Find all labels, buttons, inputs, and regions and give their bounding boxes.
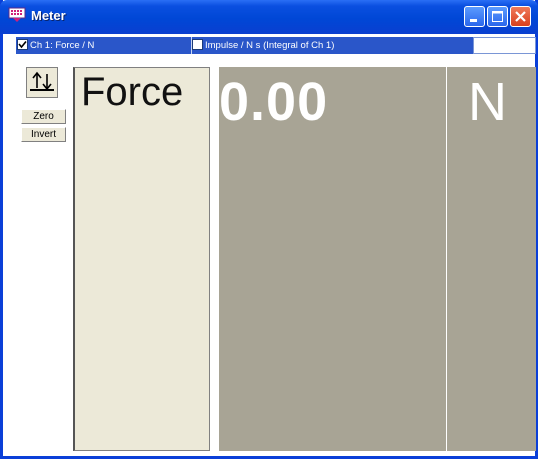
meter-value-panel: 0.00	[219, 67, 446, 451]
channel-1-toggle[interactable]: Ch 1: Force / N	[17, 37, 189, 54]
invert-button[interactable]: Invert	[21, 127, 66, 142]
meter-unit-panel: N	[447, 67, 536, 451]
channel-empty-slot	[473, 37, 536, 54]
minimize-icon	[470, 19, 477, 22]
meter-label: Force	[81, 70, 184, 114]
maximize-icon	[492, 11, 503, 22]
channel-2-checkbox[interactable]	[192, 38, 203, 50]
meter-label-panel: Force	[73, 67, 210, 451]
meter-unit: N	[468, 72, 507, 132]
meter-window: Meter Ch 1: Force / N Impulse / N s (Int…	[0, 0, 538, 459]
close-button[interactable]	[510, 6, 531, 27]
zero-invert-icon	[30, 71, 54, 91]
channel-1-checkbox[interactable]	[17, 38, 28, 50]
channel-selector-bar: Ch 1: Force / N Impulse / N s (Integral …	[16, 37, 536, 54]
maximize-button[interactable]	[487, 6, 508, 27]
minimize-button[interactable]	[464, 6, 485, 27]
checkmark-icon	[18, 40, 27, 49]
zero-button[interactable]: Zero	[21, 109, 66, 124]
channel-2-toggle[interactable]: Impulse / N s (Integral of Ch 1)	[191, 37, 474, 54]
channel-2-label: Impulse / N s (Integral of Ch 1)	[205, 40, 335, 51]
zero-invert-tool-button[interactable]	[26, 67, 58, 98]
title-bar[interactable]: Meter	[0, 0, 538, 34]
meter-app-icon	[8, 7, 26, 23]
channel-1-label: Ch 1: Force / N	[30, 40, 95, 51]
close-icon	[515, 11, 526, 22]
meter-value: 0.00	[219, 72, 329, 132]
window-title: Meter	[31, 8, 66, 23]
